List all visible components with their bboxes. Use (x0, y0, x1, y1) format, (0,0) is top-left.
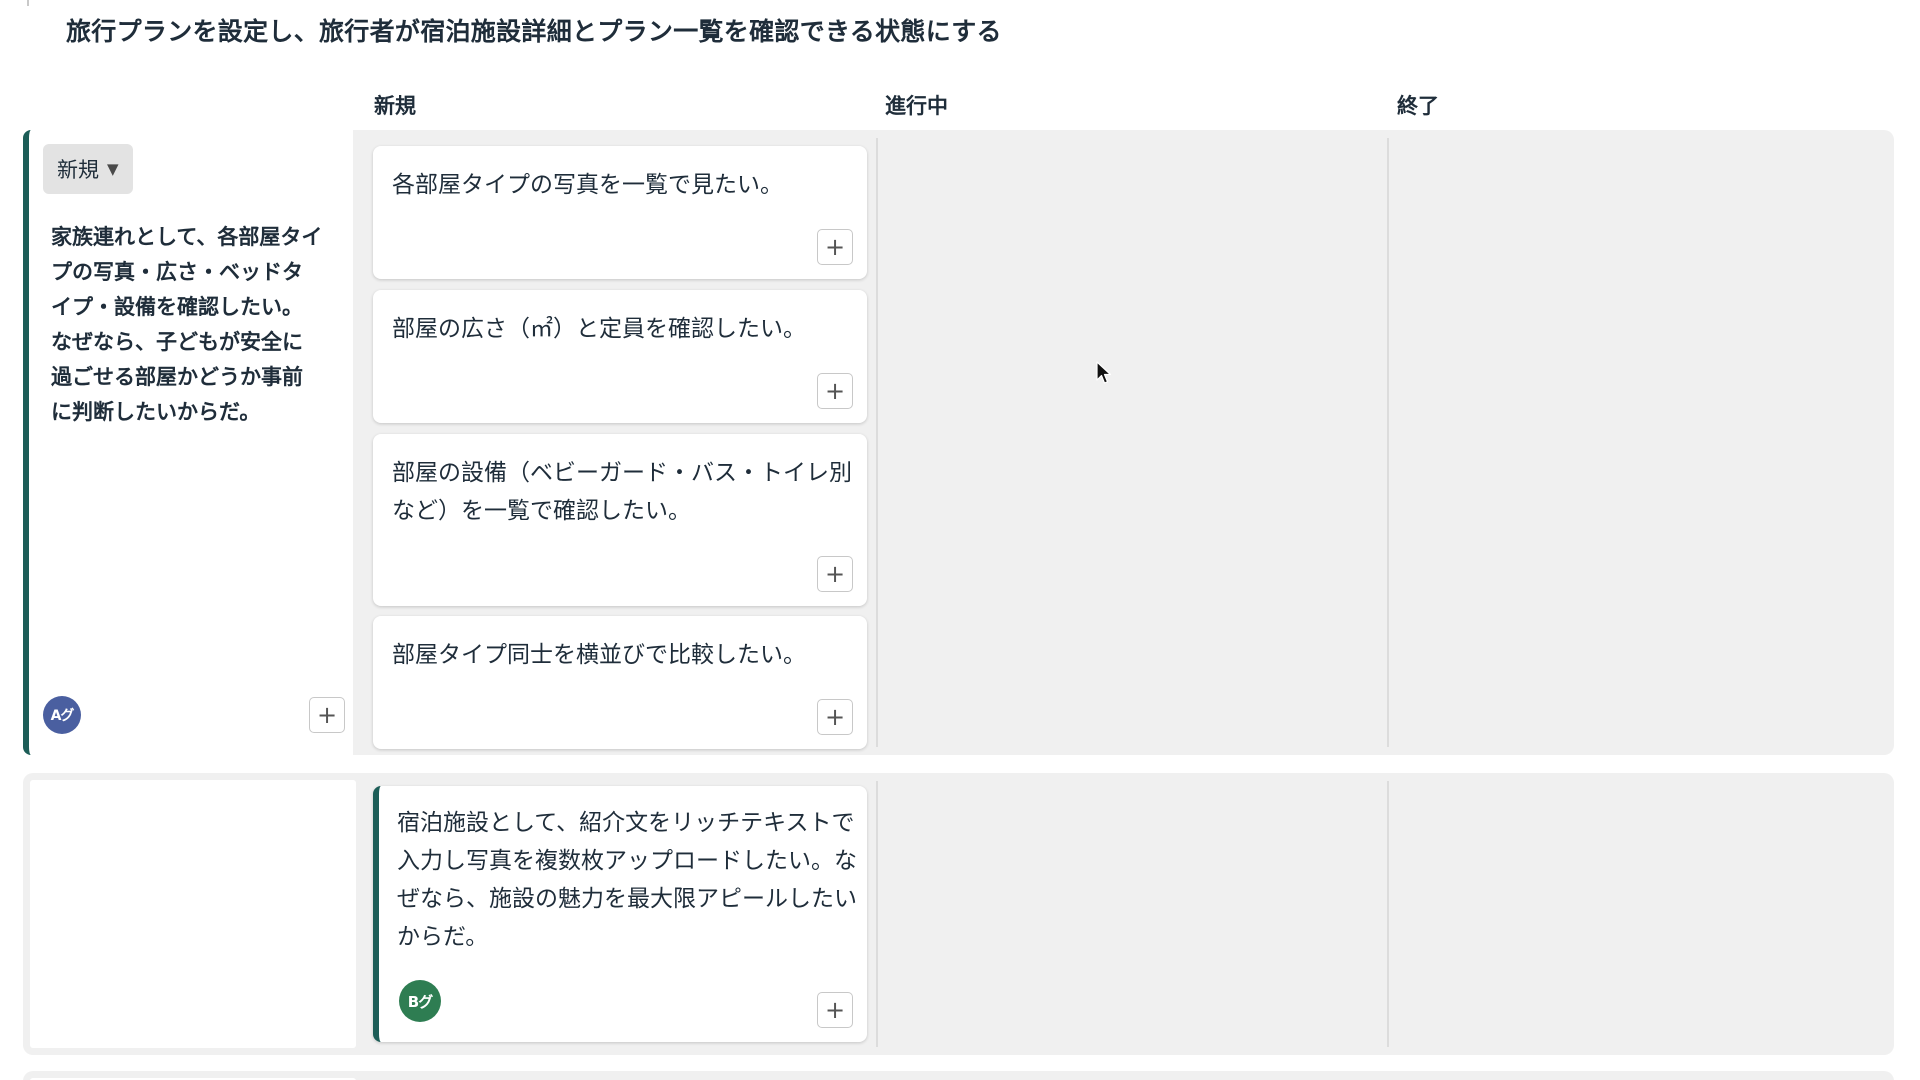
add-subtask-button[interactable]: + (817, 699, 853, 735)
task-card[interactable]: 部屋タイプ同士を横並びで比較したい。 + (373, 616, 867, 749)
task-text: 部屋の広さ（㎡）と定員を確認したい。 (392, 316, 806, 342)
board: 旅行プランを設定し、旅行者が宿泊施設詳細とプラン一覧を確認できる状態にする 新規… (0, 0, 1920, 1080)
caret-down-icon: ▼ (107, 160, 119, 178)
status-label: 新規 (57, 158, 99, 182)
task-text: 部屋タイプ同士を横並びで比較したい。 (392, 642, 806, 668)
avatar[interactable]: Aグ (43, 696, 81, 734)
avatar[interactable]: Bグ (399, 980, 441, 1022)
column-divider (1387, 138, 1389, 747)
add-subtask-button[interactable]: + (817, 229, 853, 265)
status-dropdown[interactable]: 新規 ▼ (43, 144, 133, 194)
story-card-empty[interactable] (30, 780, 356, 1048)
add-task-button[interactable]: + (309, 697, 345, 733)
add-subtask-button[interactable]: + (817, 373, 853, 409)
column-divider (876, 138, 878, 747)
swimlane-row (23, 1071, 1894, 1080)
story-card[interactable]: 新規 ▼ 家族連れとして、各部屋タイプの写真・広さ・ベッドタイプ・設備を確認した… (23, 130, 353, 755)
page-title: 旅行プランを設定し、旅行者が宿泊施設詳細とプラン一覧を確認できる状態にする (66, 17, 1002, 46)
column-divider (876, 781, 878, 1047)
task-text: 各部屋タイプの写真を一覧で見たい。 (392, 172, 783, 198)
swimlane-row: 新規 ▼ 家族連れとして、各部屋タイプの写真・広さ・ベッドタイプ・設備を確認した… (23, 130, 1894, 755)
story-text: 家族連れとして、各部屋タイプの写真・広さ・ベッドタイプ・設備を確認したい。なぜな… (51, 225, 323, 424)
add-task-button[interactable]: + (817, 992, 853, 1028)
swimlane-row: 宿泊施設として、紹介文をリッチテキストで入力し写真を複数枚アップロードしたい。な… (23, 773, 1894, 1055)
task-card[interactable]: 部屋の設備（ベビーガード・バス・トイレ別など）を一覧で確認したい。 + (373, 434, 867, 606)
feature-text: 宿泊施設として、紹介文をリッチテキストで入力し写真を複数枚アップロードしたい。な… (397, 810, 857, 950)
task-card[interactable]: 部屋の広さ（㎡）と定員を確認したい。 + (373, 290, 867, 423)
task-text: 部屋の設備（ベビーガード・バス・トイレ別など）を一覧で確認したい。 (392, 460, 852, 524)
column-header-in-progress: 進行中 (885, 94, 948, 118)
task-card[interactable]: 各部屋タイプの写真を一覧で見たい。 + (373, 146, 867, 279)
top-divider (27, 0, 29, 6)
column-divider (1387, 781, 1389, 1047)
feature-card[interactable]: 宿泊施設として、紹介文をリッチテキストで入力し写真を複数枚アップロードしたい。な… (373, 786, 867, 1042)
column-header-new: 新規 (374, 94, 416, 118)
mouse-cursor-icon (1096, 361, 1112, 384)
add-subtask-button[interactable]: + (817, 556, 853, 592)
column-header-done: 終了 (1397, 94, 1439, 118)
